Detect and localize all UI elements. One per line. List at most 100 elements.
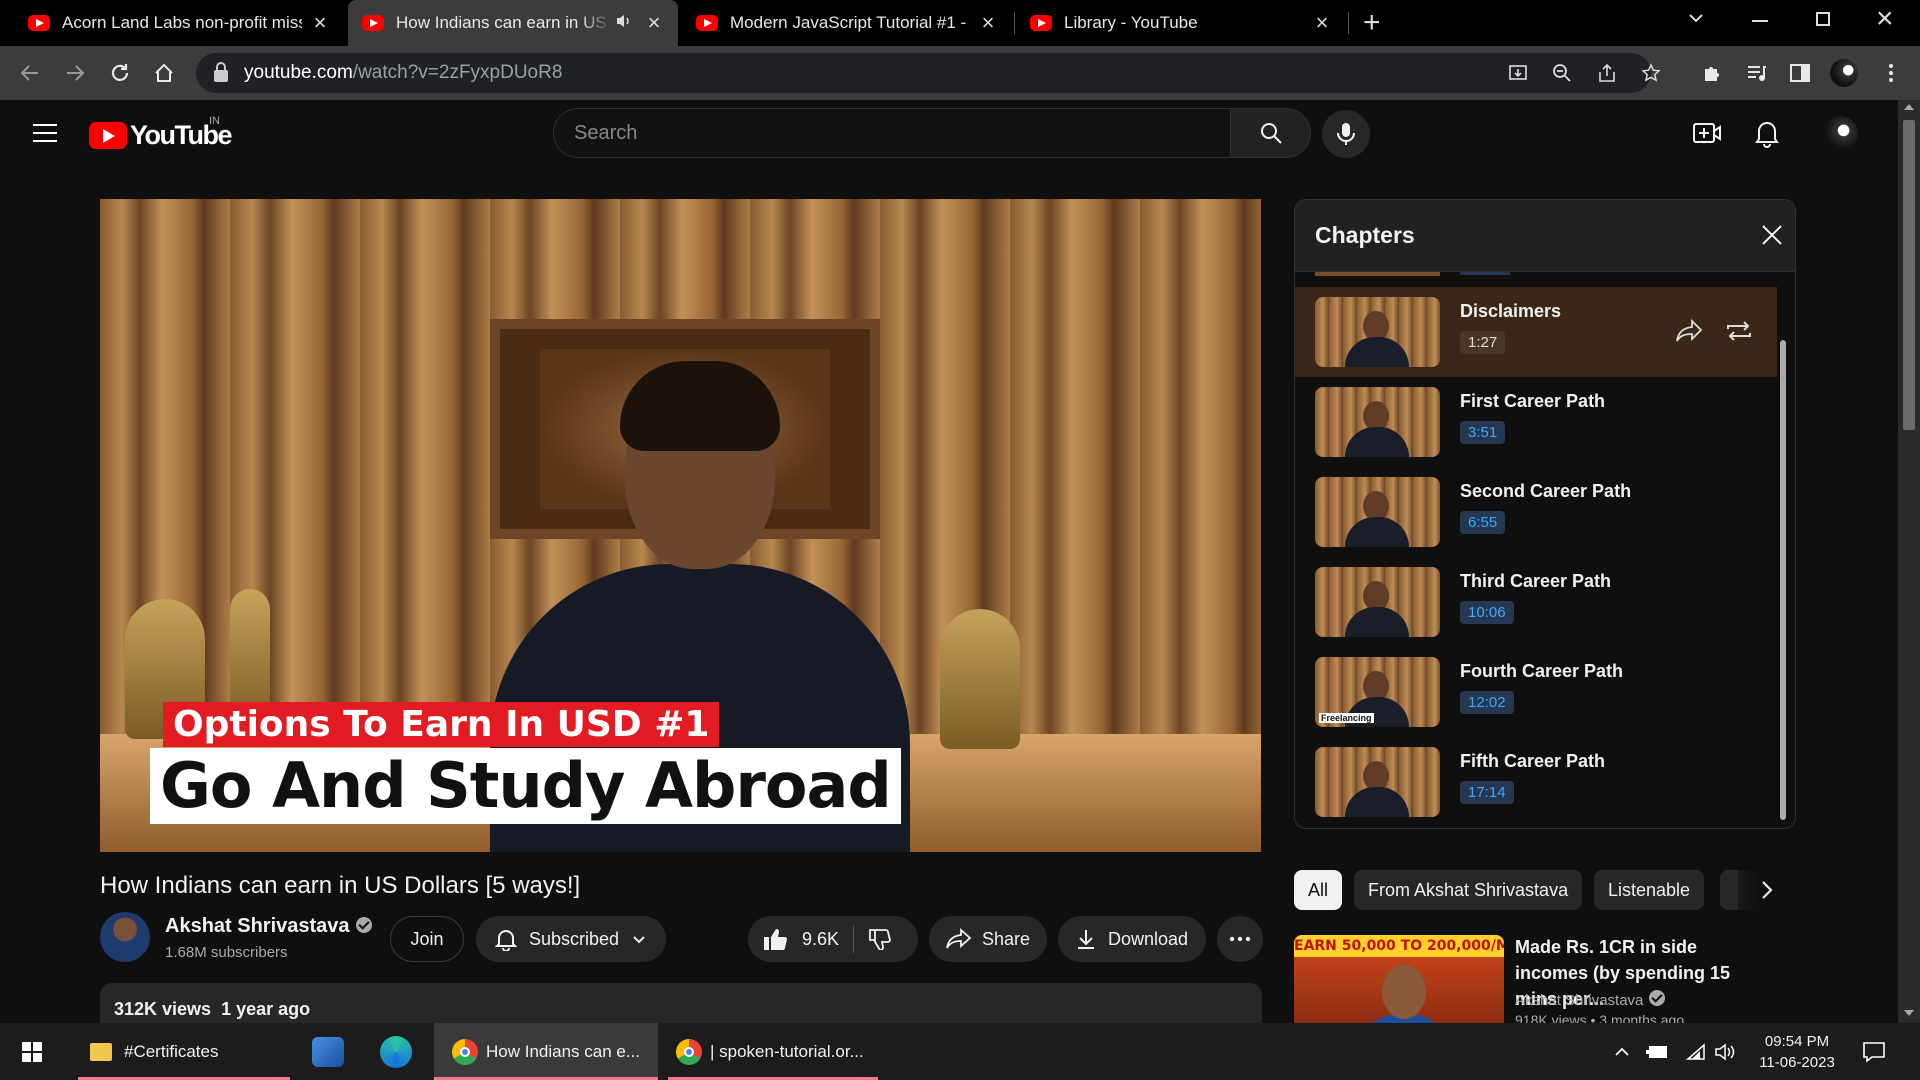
chapter-timestamp[interactable]: 17:14 (1460, 781, 1514, 804)
chapter-item-first-career-path[interactable]: First Career Path 3:51 (1295, 377, 1777, 467)
restore-window-icon[interactable] (1816, 12, 1830, 26)
like-count: 9.6K (802, 928, 840, 949)
show-hidden-icons-chevron-icon[interactable] (1614, 1023, 1630, 1080)
chapter-item-fourth-career-path[interactable]: Freelancing Fourth Career Path 12:02 (1295, 647, 1777, 737)
search-button[interactable] (1231, 108, 1311, 158)
tab-modern-javascript[interactable]: Modern JavaScript Tutorial #1 - In × (682, 0, 1012, 46)
chip-all[interactable]: All (1294, 870, 1343, 910)
side-panel-icon[interactable] (1780, 46, 1820, 100)
reload-icon[interactable] (100, 46, 140, 100)
subscribed-button[interactable]: Subscribed (476, 916, 666, 962)
like-button[interactable]: 9.6K (762, 927, 839, 951)
more-actions-button[interactable] (1217, 916, 1263, 962)
chapter-timestamp[interactable]: 1:27 (1460, 331, 1506, 354)
youtube-favicon-icon (362, 15, 384, 31)
home-icon[interactable] (144, 46, 184, 100)
notifications-bell-icon[interactable] (1754, 118, 1780, 153)
loop-chapter-icon[interactable] (1725, 319, 1753, 348)
zoom-icon[interactable] (1544, 53, 1580, 93)
chip-listenable[interactable]: Listenable (1594, 870, 1705, 910)
thumbnail-face (1382, 965, 1426, 1019)
join-button[interactable]: Join (390, 916, 464, 962)
tab-search-chevron-icon[interactable] (1686, 8, 1706, 33)
windows-start-icon[interactable] (22, 1042, 42, 1067)
download-label: Download (1107, 928, 1189, 949)
chrome-menu-icon[interactable] (1871, 46, 1911, 100)
chapter-name: First Career Path (1460, 391, 1606, 411)
account-avatar[interactable] (1822, 116, 1858, 152)
tab-library-youtube[interactable]: Library - YouTube × (1016, 0, 1346, 46)
page-scrollbar[interactable] (1898, 100, 1920, 1023)
taskbar-file-explorer[interactable]: #Certificates (78, 1023, 290, 1080)
voice-search-button[interactable] (1322, 110, 1370, 158)
recommended-channel[interactable]: Akshat Shrivastava (1515, 990, 1666, 1009)
address-bar[interactable]: youtube.com/watch?v=2zFyxpDUoR8 (196, 53, 1661, 93)
forward-arrow-icon[interactable] (55, 46, 95, 100)
chapter-timestamp[interactable]: 12:02 (1460, 691, 1514, 714)
taskbar-chrome-spoken-tutorial[interactable]: | spoken-tutorial.or... (668, 1023, 878, 1080)
search-input[interactable]: Search (553, 108, 1231, 158)
chapter-item-fifth-career-path[interactable]: Fifth Career Path 17:14 (1295, 737, 1777, 827)
youtube-logo-icon[interactable] (89, 122, 127, 149)
wifi-icon[interactable] (1684, 1023, 1706, 1080)
tab-how-indians-can-earn[interactable]: How Indians can earn in US D × (348, 0, 678, 46)
media-controls-icon[interactable] (1736, 46, 1776, 100)
close-icon[interactable] (1757, 220, 1787, 250)
close-tab-icon[interactable]: × (1312, 10, 1332, 36)
close-tab-icon[interactable]: × (310, 10, 330, 36)
share-page-icon[interactable] (1589, 53, 1625, 93)
channel-name-text[interactable]: Akshat Shrivastava (165, 915, 350, 937)
scroll-up-arrow-icon[interactable] (1904, 104, 1914, 110)
battery-icon[interactable] (1646, 1023, 1670, 1080)
edge-browser-icon[interactable] (380, 1036, 412, 1068)
chapter-timestamp[interactable]: 3:51 (1460, 421, 1506, 444)
dislike-button[interactable] (868, 928, 892, 950)
speaker-audio-icon[interactable] (616, 13, 636, 33)
chapter-thumbnail (1315, 747, 1440, 817)
share-button[interactable]: Share (929, 916, 1047, 962)
notification-center-icon[interactable] (1862, 1023, 1886, 1080)
chapter-thumbnail-badge: Freelancing (1319, 713, 1374, 723)
new-tab-button[interactable]: + (1363, 6, 1381, 40)
chapter-thumbnail: Freelancing (1315, 657, 1440, 727)
clock[interactable]: 09:54 PM 11-06-2023 (1752, 1023, 1842, 1080)
chapter-item-second-career-path[interactable]: Second Career Path 6:55 (1295, 467, 1777, 557)
minimize-window-icon[interactable] (1752, 20, 1768, 22)
lock-icon[interactable] (214, 62, 228, 82)
close-window-icon[interactable]: × (1876, 2, 1894, 36)
close-tab-icon[interactable]: × (978, 10, 998, 36)
channel-name[interactable]: Akshat Shrivastava (165, 915, 372, 938)
volume-icon[interactable] (1714, 1023, 1736, 1080)
chapter-timestamp[interactable]: 10:06 (1460, 601, 1514, 624)
close-tab-icon[interactable]: × (644, 10, 664, 36)
taskbar-chrome-youtube[interactable]: How Indians can e... (434, 1023, 658, 1080)
browser-tab-strip: Acorn Land Labs non-profit missi × How I… (0, 0, 1920, 46)
extensions-puzzle-icon[interactable] (1692, 46, 1732, 100)
chip-from-channel[interactable]: From Akshat Shrivastava (1354, 870, 1583, 910)
outlook-app-icon[interactable] (312, 1037, 344, 1067)
taskbar-item-label: #Certificates (124, 1041, 219, 1061)
hamburger-menu-icon[interactable] (33, 124, 57, 142)
video-player[interactable]: Options To Earn In USD #1 Go And Study A… (100, 199, 1261, 852)
page-scrollbar-thumb[interactable] (1903, 120, 1915, 430)
bookmark-star-icon[interactable] (1633, 53, 1669, 93)
chapter-item-disclaimers[interactable]: Disclaimers 1:27 (1295, 287, 1777, 377)
chapters-scrollbar[interactable] (1780, 340, 1786, 820)
scroll-down-arrow-icon[interactable] (1904, 1010, 1914, 1016)
microphone-icon (1337, 123, 1355, 145)
profile-avatar[interactable] (1830, 59, 1858, 87)
chapter-timestamp[interactable]: 6:55 (1460, 511, 1506, 534)
share-chapter-icon[interactable] (1675, 318, 1703, 348)
tab-acorn-land-labs[interactable]: Acorn Land Labs non-profit missi × (14, 0, 344, 46)
video-caption-title: Go And Study Abroad (150, 748, 901, 824)
download-button[interactable]: Download (1058, 916, 1206, 962)
create-video-icon[interactable] (1692, 120, 1722, 151)
back-arrow-icon[interactable] (10, 46, 50, 100)
install-app-icon[interactable] (1500, 53, 1536, 93)
address-host: youtube.com (244, 62, 353, 83)
tab-separator (1348, 12, 1349, 34)
chevron-right-icon[interactable] (1756, 876, 1778, 909)
chapter-item-third-career-path[interactable]: Third Career Path 10:06 (1295, 557, 1777, 647)
channel-avatar[interactable] (100, 912, 150, 962)
recommended-channel-text[interactable]: Akshat Shrivastava (1515, 992, 1643, 1009)
